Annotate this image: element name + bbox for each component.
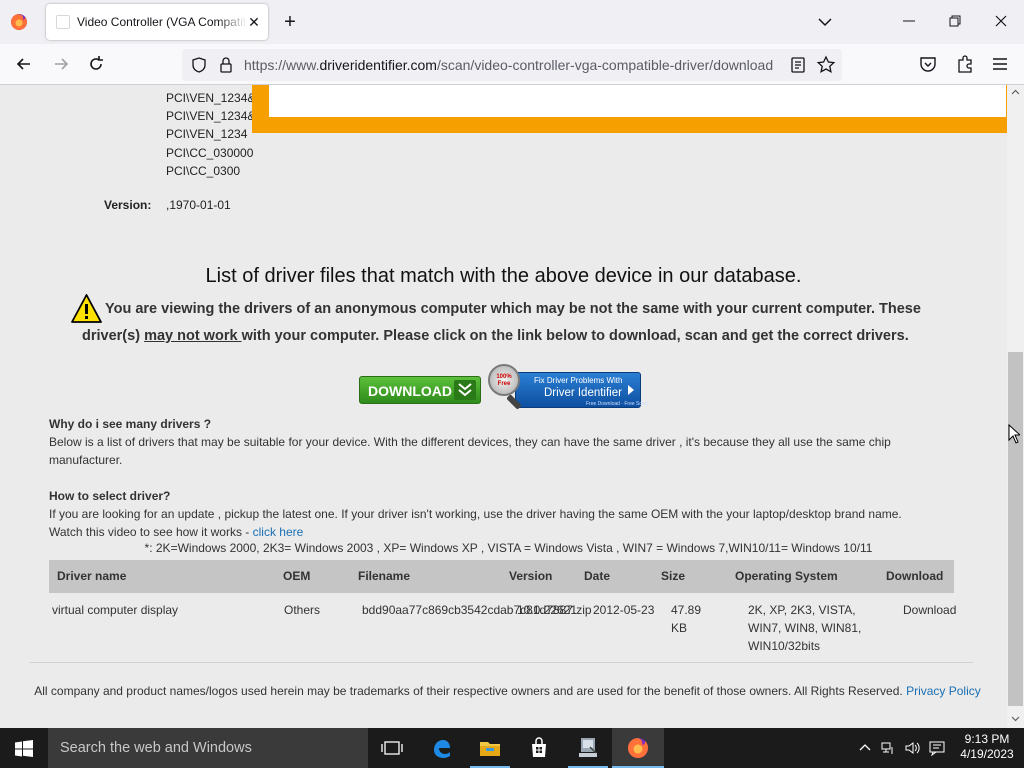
firefox-icon[interactable] [10,13,28,31]
app-menu-icon[interactable] [990,54,1010,74]
scroll-down-icon[interactable] [1011,714,1020,723]
list-all-tabs-icon[interactable] [816,13,834,31]
col-date: Date [584,569,611,583]
os-cell: 2K, XP, 2K3, VISTA, WIN7, WIN8, WIN81, W… [748,603,862,653]
os-abbreviation-note: *: 2K=Windows 2000, 2K3= Windows 2003 , … [144,541,873,555]
action-center-icon[interactable] [929,740,945,756]
network-icon[interactable] [880,740,896,756]
date-cell: 2012-05-23 [593,603,655,617]
volume-icon[interactable] [904,740,920,756]
edge-icon[interactable] [430,736,454,760]
version-label: Version: [104,198,152,212]
address-bar[interactable]: https://www.driveridentifier.com/scan/vi… [182,49,842,81]
scrollbar-thumb[interactable] [1008,352,1023,706]
why-title: Why do i see many drivers ? [49,417,212,431]
download-link[interactable]: Download [903,601,956,619]
clock-time: 9:13 PM [964,732,1010,746]
file-explorer-icon[interactable] [478,736,502,760]
page-favicon-icon [56,15,70,29]
tracking-protection-shield-icon[interactable] [190,56,208,74]
col-driver-name: Driver name [57,569,127,583]
hardware-id: PCI\CC_030000 [166,146,254,160]
hardware-id: PCI\CC_0300 [166,164,241,178]
video-text: Watch this video to see how it works - c… [49,525,304,539]
extensions-icon[interactable] [955,54,975,74]
col-version: Version [509,569,553,583]
system-clock[interactable]: 9:13 PM 4/19/2023 [955,732,1019,762]
play-arrow-icon [628,385,634,395]
pocket-icon[interactable] [918,54,938,74]
tab-bar: Video Controller (VGA Compatible) ✕ + [0,0,1024,44]
tab-active[interactable]: Video Controller (VGA Compatible) ✕ [46,4,268,40]
network-drive-icon[interactable] [576,736,600,760]
how-text: If you are looking for an update , picku… [49,507,902,521]
driver-list-heading: List of driver files that match with the… [205,265,802,287]
task-view-icon[interactable] [380,736,404,760]
driver-table-header: Driver name OEM Filename Version Date Si… [49,560,954,593]
how-title: How to select driver? [49,489,171,503]
why-text: Below is a list of drivers that may be s… [49,435,891,467]
download-button[interactable]: DOWNLOAD [359,376,481,404]
windows-taskbar: Search the web and Windows 9:13 PM 4/19/… [0,728,1024,768]
warning-text-line2: driver(s) may not work with your compute… [82,328,909,344]
click-here-link[interactable]: click here [253,525,304,539]
windows-start-icon[interactable] [15,740,33,757]
magnifier-icon: 100% Free [488,364,520,396]
orange-banner-frame [252,85,1007,133]
col-download: Download [886,569,944,583]
divider [30,662,973,663]
filename-link[interactable]: bdd90aa77c869cb3542cdab7c81d7887.zip [362,601,592,619]
version-value: ,1970-01-01 [166,198,231,212]
privacy-policy-link[interactable]: Privacy Policy [906,684,981,698]
scroll-up-icon[interactable] [1011,88,1020,97]
store-icon[interactable] [527,736,551,760]
taskbar-firefox-active[interactable] [612,728,664,768]
navigation-toolbar: https://www.driveridentifier.com/scan/vi… [0,44,1024,85]
hardware-id: PCI\VEN_1234 [166,127,248,141]
reader-view-icon[interactable] [790,56,806,74]
warning-text: You are viewing the drivers of an anonym… [105,301,921,317]
bookmark-star-icon[interactable] [816,55,836,75]
tab-close-icon[interactable]: ✕ [245,13,263,31]
forward-icon[interactable] [51,54,71,74]
hardware-id: PCI\VEN_1234& [166,109,256,123]
double-chevron-down-icon [454,380,476,400]
tab-title: Video Controller (VGA Compatible) [77,15,247,29]
hardware-id: PCI\VEN_1234& [166,91,256,105]
close-window-icon[interactable] [992,12,1010,30]
footer-text: All company and product names/logos used… [34,684,981,698]
firefox-icon [628,738,648,758]
new-tab-icon[interactable]: + [280,12,300,32]
col-operating-system: Operating System [735,569,838,583]
col-filename: Filename [358,569,411,583]
minimize-icon[interactable] [900,12,918,30]
banner-content [269,85,1006,117]
warning-icon [71,294,102,323]
vertical-scrollbar[interactable] [1007,85,1024,728]
url-text[interactable]: https://www.driveridentifier.com/scan/vi… [244,57,784,73]
driver-identifier-banner: Fix Driver Problems With Driver Identifi… [515,372,647,408]
page-content: PCI\VEN_1234& PCI\VEN_1234& PCI\VEN_1234… [0,85,1007,728]
reload-icon[interactable] [86,54,106,74]
back-icon[interactable] [14,54,34,74]
may-not-work-text: may not work [144,328,242,344]
col-oem: OEM [283,569,311,583]
size-cell: 47.89 KB [671,603,702,635]
search-box[interactable]: Search the web and Windows [48,728,368,768]
driver-name-cell: virtual computer display [52,603,179,617]
oem-cell: Others [284,603,321,617]
lock-icon[interactable] [218,56,234,74]
fix-driver-problems-button[interactable]: Fix Driver Problems With Driver Identifi… [485,364,647,412]
show-hidden-icons-chevron-icon[interactable] [857,740,873,756]
restore-icon[interactable] [946,12,964,30]
clock-date: 4/19/2023 [960,747,1014,761]
col-size: Size [661,569,686,583]
mouse-cursor-icon [1008,424,1020,444]
